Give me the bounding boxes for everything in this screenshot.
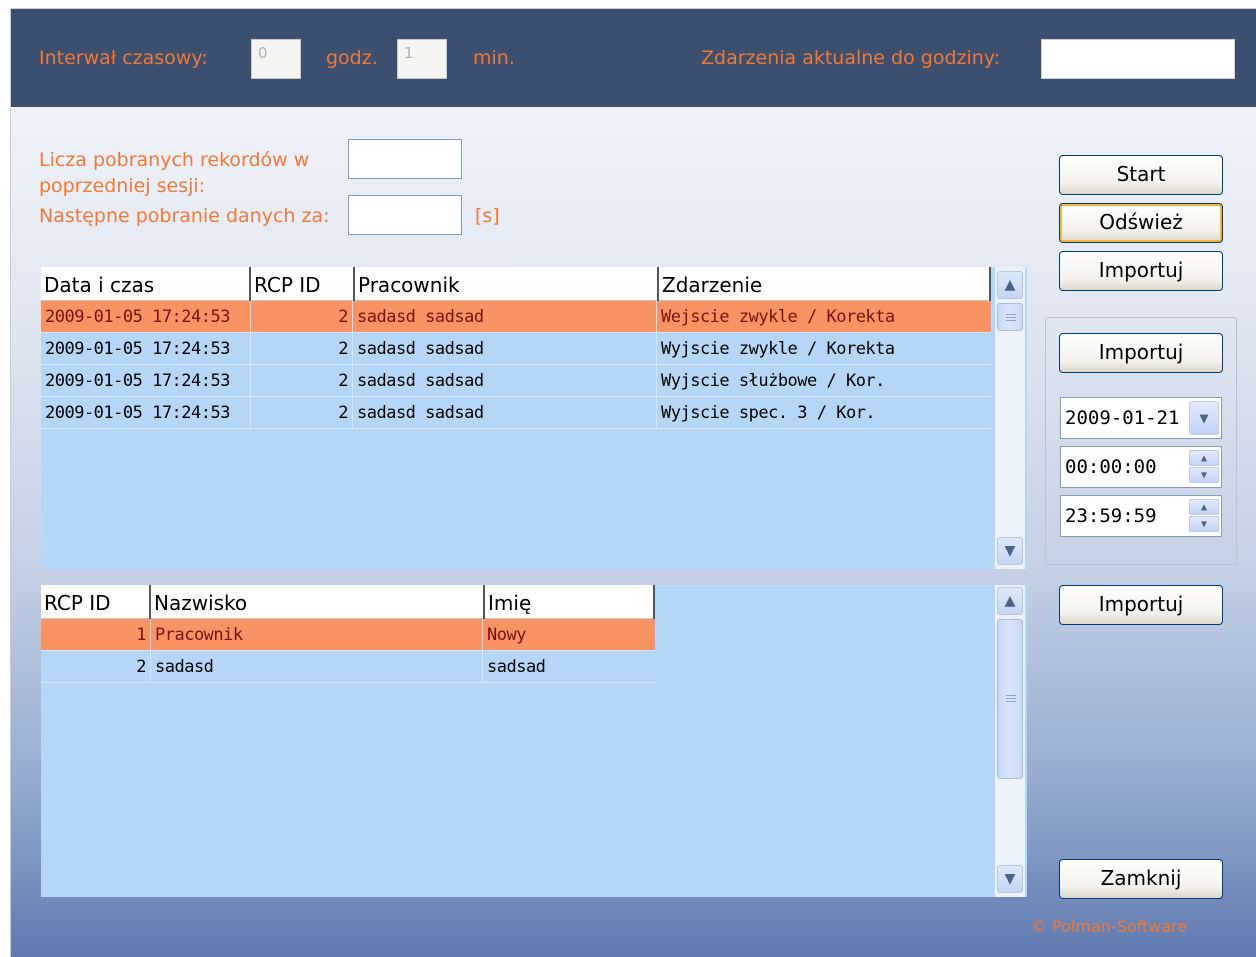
employees-table[interactable]: RCP ID Nazwisko Imię 1 Pracownik Nowy 2 sada…	[41, 585, 1027, 897]
minutes-input[interactable]: 1	[397, 39, 447, 79]
cell-employee: sadasd sadsad	[353, 333, 657, 365]
records-label-line1: Licza pobranych rekordów w	[39, 149, 310, 171]
events-until-field[interactable]	[1041, 39, 1235, 79]
events-table[interactable]: Data i czas RCP ID Pracownik Zdarzenie 2…	[41, 267, 1027, 569]
date-picker[interactable]: 2009-01-21 ▼	[1060, 397, 1222, 439]
hours-unit-label: godz.	[326, 47, 378, 69]
cell-datetime: 2009-01-05 17:24:53	[41, 333, 251, 365]
next-fetch-unit: [s]	[475, 205, 500, 227]
import-button[interactable]: Importuj	[1059, 251, 1223, 291]
cell-rcp-id: 2	[251, 333, 353, 365]
interval-label: Interwał czasowy:	[39, 47, 208, 69]
employees-table-header: RCP ID Nazwisko Imię	[41, 585, 655, 619]
scroll-up-icon[interactable]: ▲	[997, 271, 1023, 299]
cell-surname: sadasd	[151, 651, 483, 683]
cell-surname: Pracownik	[151, 619, 483, 651]
scroll-thumb[interactable]	[997, 303, 1023, 331]
scroll-up-icon-2[interactable]: ▲	[997, 587, 1023, 615]
scroll-down-icon[interactable]: ▼	[997, 537, 1023, 565]
cell-name: Nowy	[487, 625, 526, 645]
time-to-value: 23:59:59	[1065, 505, 1157, 527]
table-row[interactable]: 2009-01-05 17:24:53 2 sadasd sadsad Wyjscie…	[41, 397, 991, 429]
next-fetch-field[interactable]	[348, 195, 462, 235]
column-header-employee[interactable]: Pracownik	[353, 267, 657, 301]
cell-datetime: 2009-01-05 17:24:53	[41, 397, 251, 429]
cell-rcp-id: 1	[41, 619, 151, 651]
column-header-name[interactable]: Imię	[483, 585, 655, 619]
spin-buttons-icon-2[interactable]: ▲ ▼	[1189, 499, 1219, 533]
copyright-label: © Polman-Software	[1031, 917, 1188, 936]
cell-employee: sadasd sadsad	[353, 397, 657, 429]
cell-rcp-id: 2	[41, 651, 151, 683]
cell-event: Wyjscie służbowe / Kor.	[661, 371, 885, 391]
time-to-spinner[interactable]: 23:59:59 ▲ ▼	[1060, 495, 1222, 537]
column-header-datetime[interactable]: Data i czas	[41, 267, 249, 301]
cell-datetime: 2009-01-05 17:24:53	[41, 301, 251, 333]
events-table-header: Data i czas RCP ID Pracownik Zdarzenie	[41, 267, 991, 301]
top-bar: Interwał czasowy: 0 godz. 1 min. Zdarzen…	[11, 9, 1256, 107]
cell-datetime: 2009-01-05 17:24:53	[41, 365, 251, 397]
time-from-value: 00:00:00	[1065, 456, 1157, 478]
date-value: 2009-01-21	[1065, 407, 1180, 429]
cell-rcp-id: 2	[251, 397, 353, 429]
column-header-rcp-id-2[interactable]: RCP ID	[41, 585, 149, 619]
cell-rcp-id: 2	[251, 301, 353, 333]
scroll-thumb-2[interactable]	[997, 619, 1023, 779]
spin-buttons-icon[interactable]: ▲ ▼	[1189, 450, 1219, 484]
cell-employee: sadasd sadsad	[353, 365, 657, 397]
cell-event: Wyjscie spec. 3 / Kor.	[661, 403, 876, 423]
records-label: Licza pobranych rekordów w poprzedniej s…	[39, 147, 309, 199]
table-row[interactable]: 1 Pracownik Nowy	[41, 619, 655, 651]
next-fetch-label: Następne pobranie danych za:	[39, 205, 330, 227]
cell-event: Wejscie zwykle / Korekta	[661, 307, 895, 327]
cell-name: sadsad	[487, 657, 546, 677]
minutes-unit-label: min.	[473, 47, 515, 69]
main-window: Interwał czasowy: 0 godz. 1 min. Zdarzen…	[10, 8, 1256, 957]
column-header-rcp-id[interactable]: RCP ID	[249, 267, 353, 301]
cell-rcp-id: 2	[251, 365, 353, 397]
time-from-spinner[interactable]: 00:00:00 ▲ ▼	[1060, 446, 1222, 488]
records-count-field[interactable]	[348, 139, 462, 179]
cell-event: Wyjscie zwykle / Korekta	[661, 339, 895, 359]
header-end-divider	[989, 267, 991, 301]
cell-employee: sadasd sadsad	[353, 301, 657, 333]
import-employees-button[interactable]: Importuj	[1059, 585, 1223, 625]
import-range-button[interactable]: Importuj	[1059, 333, 1223, 373]
close-button[interactable]: Zamknij	[1059, 859, 1223, 899]
scroll-down-icon-2[interactable]: ▼	[997, 865, 1023, 893]
table-row[interactable]: 2009-01-05 17:24:53 2 sadasd sadsad Wyjscie…	[41, 333, 991, 365]
column-header-surname[interactable]: Nazwisko	[149, 585, 483, 619]
start-button[interactable]: Start	[1059, 155, 1223, 195]
employees-scrollbar[interactable]: ▲ ▼	[995, 585, 1025, 897]
header-end-divider-2	[653, 585, 655, 619]
events-until-label: Zdarzenia aktualne do godziny:	[701, 47, 1001, 69]
records-label-line2: poprzedniej sesji:	[39, 175, 206, 197]
table-row[interactable]: 2009-01-05 17:24:53 2 sadasd sadsad Wyjscie…	[41, 365, 991, 397]
refresh-button[interactable]: Odśwież	[1059, 203, 1223, 243]
column-header-event[interactable]: Zdarzenie	[657, 267, 991, 301]
table-row[interactable]: 2009-01-05 17:24:53 2 sadasd sadsad Wejscie…	[41, 301, 991, 333]
table-row[interactable]: 2 sadasd sadsad	[41, 651, 655, 683]
events-scrollbar[interactable]: ▲ ▼	[995, 267, 1025, 569]
hours-input[interactable]: 0	[251, 39, 301, 79]
chevron-down-icon[interactable]: ▼	[1189, 401, 1219, 435]
